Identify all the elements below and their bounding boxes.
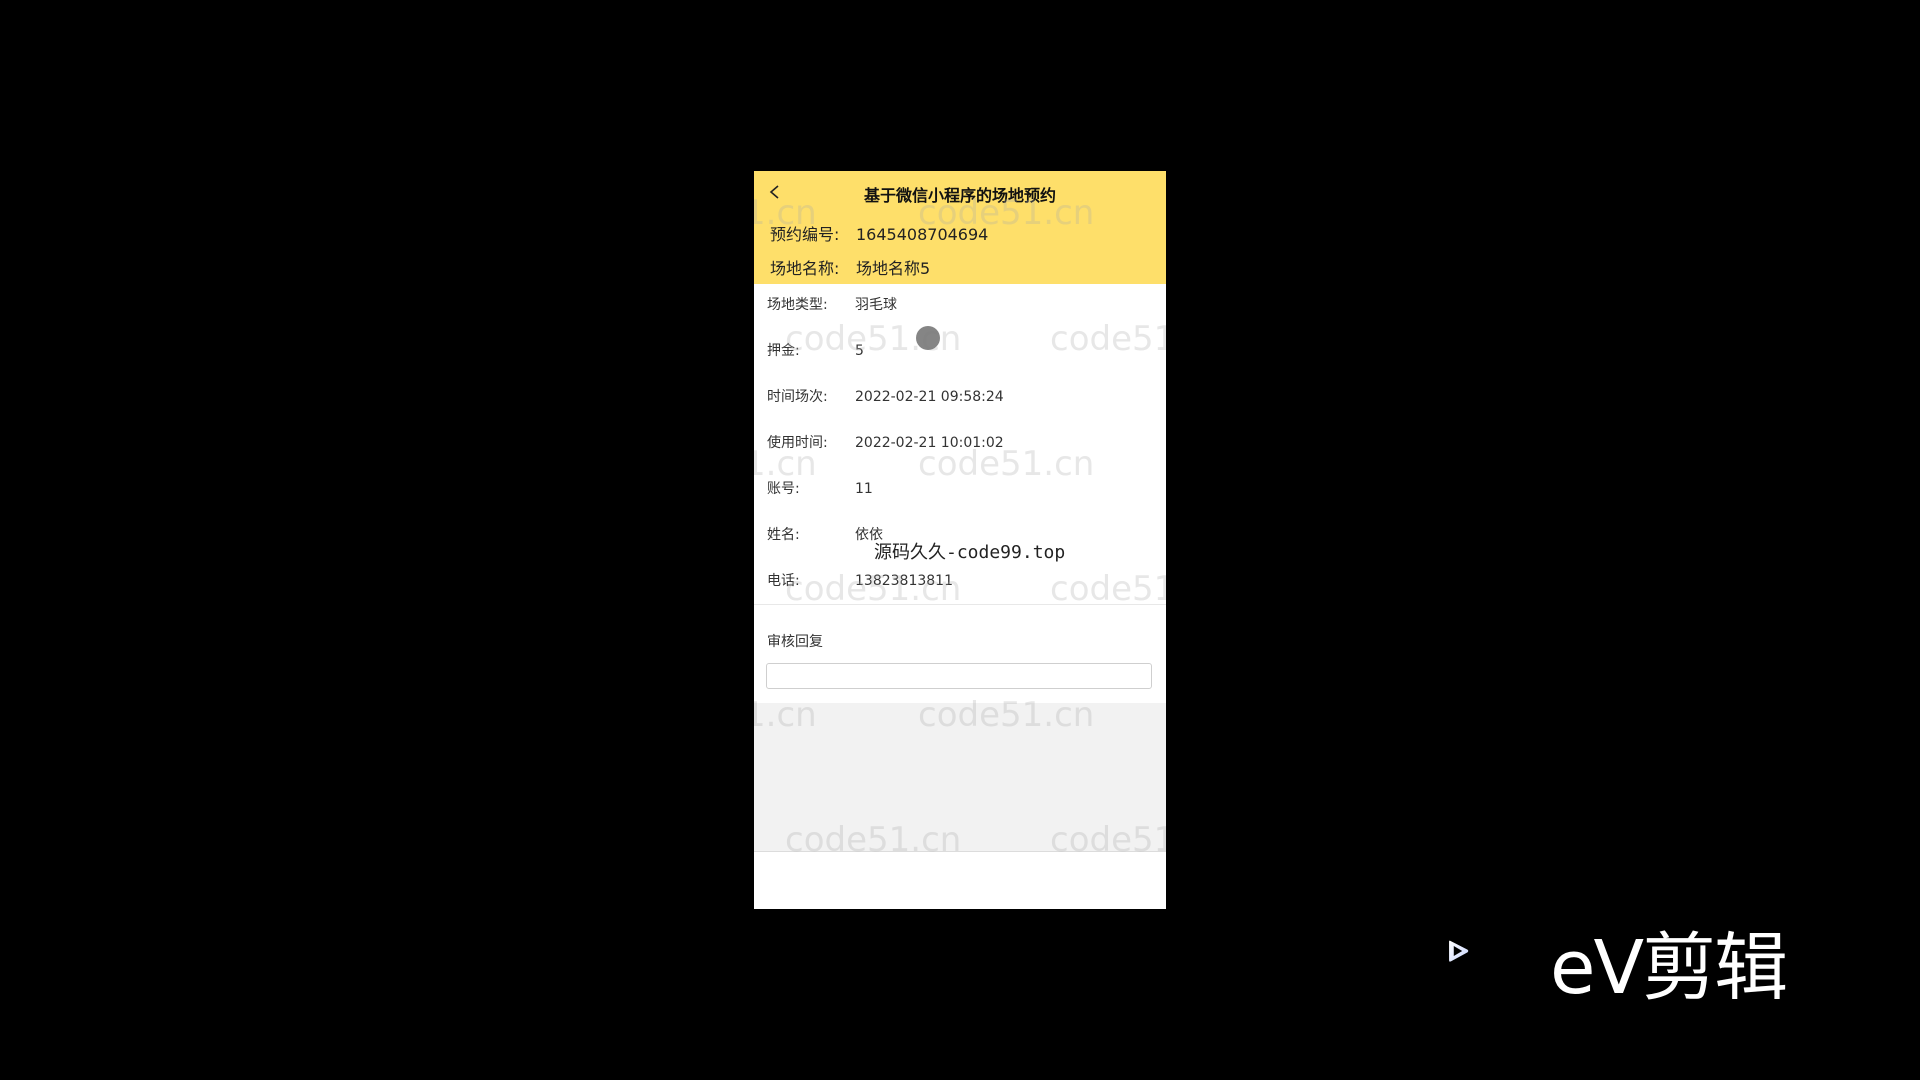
review-reply-input[interactable] <box>766 663 1152 689</box>
header-panel: 基于微信小程序的场地预约 预约编号: 1645408704694 场地名称: 场地名… <box>754 171 1166 284</box>
detail-row-name: 姓名: 依依 <box>767 524 883 544</box>
detail-value: 羽毛球 <box>855 297 897 313</box>
page-title: 基于微信小程序的场地预约 <box>863 186 1056 205</box>
detail-value: 13823813811 <box>855 573 953 589</box>
bottom-bar <box>754 852 1166 909</box>
play-triangle-icon <box>1449 940 1469 962</box>
detail-label: 电话: <box>767 573 800 589</box>
detail-label: 使用时间: <box>767 435 828 451</box>
detail-label: 账号: <box>767 481 800 497</box>
overlay-watermark-text: 源码久久-code99.top <box>874 542 1066 563</box>
booking-number-label: 预约编号: <box>770 225 840 244</box>
venue-name-row: 场地名称: 场地名称5 <box>770 255 930 279</box>
ev-brand-text: eV剪辑 <box>1550 925 1788 1011</box>
detail-row-use-time: 使用时间: 2022-02-21 10:01:02 <box>767 432 1004 452</box>
touch-cursor-icon <box>916 326 940 350</box>
detail-row-account: 账号: 11 <box>767 478 873 498</box>
detail-row-phone: 电话: 13823813811 <box>767 570 953 590</box>
review-reply-label: 审核回复 <box>767 634 823 650</box>
detail-value: 2022-02-21 10:01:02 <box>855 435 1004 451</box>
detail-value: 11 <box>855 481 873 497</box>
venue-name-label: 场地名称: <box>770 259 840 278</box>
detail-label: 场地类型: <box>767 297 828 313</box>
detail-row-deposit: 押金: 5 <box>767 340 864 360</box>
venue-name-value: 场地名称5 <box>856 259 931 278</box>
detail-label: 押金: <box>767 343 800 359</box>
booking-number-value: 1645408704694 <box>856 225 989 244</box>
detail-row-venue-type: 场地类型: 羽毛球 <box>767 294 897 314</box>
detail-label: 时间场次: <box>767 389 828 405</box>
detail-value: 5 <box>855 343 864 359</box>
detail-value: 2022-02-21 09:58:24 <box>855 389 1004 405</box>
empty-content-area <box>754 703 1166 852</box>
detail-label: 姓名: <box>767 527 800 543</box>
booking-number-row: 预约编号: 1645408704694 <box>770 221 988 245</box>
detail-row-time-slot: 时间场次: 2022-02-21 09:58:24 <box>767 386 1004 406</box>
